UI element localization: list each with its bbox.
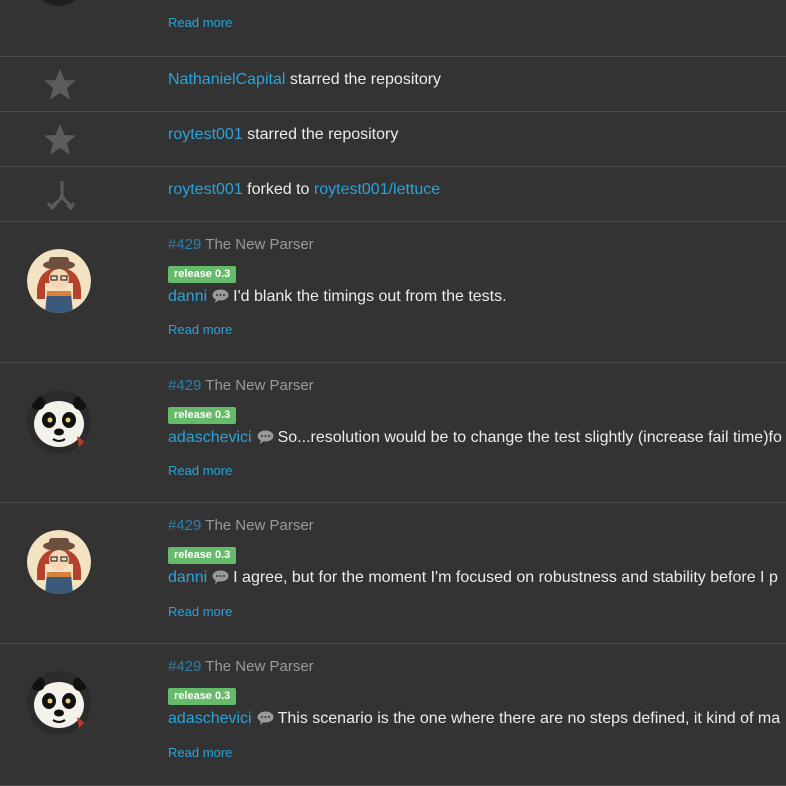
issue-title-text: The New Parser [205, 658, 314, 675]
issue-title: #429 The New Parser [168, 377, 314, 394]
comment-text: So...resolution would be to change the t… [277, 429, 782, 446]
comment-icon [212, 289, 229, 308]
star-icon [40, 120, 80, 160]
user-link[interactable]: NathanielCapital [168, 71, 285, 88]
comment-icon [257, 430, 274, 449]
user-link[interactable]: roytest001 [168, 126, 243, 143]
label-badge: release 0.3 [168, 547, 237, 564]
issue-title-text: The New Parser [205, 236, 314, 253]
issue-title: #429 The New Parser [168, 517, 314, 534]
event-text: roytest001 starred the repository [168, 126, 398, 144]
comment-icon [212, 570, 229, 589]
issue-title-text: The New Parser [205, 377, 314, 394]
read-more-link[interactable]: Read more [168, 463, 232, 478]
user-link[interactable]: danni [168, 569, 207, 586]
feed-item-partial: Read more [0, 0, 786, 57]
event-action: forked to [247, 181, 310, 198]
issue-title-text: The New Parser [205, 517, 314, 534]
feed-item-comment: #429 The New Parser release 0.3 danni I a… [0, 503, 786, 644]
feed-item-comment: #429 The New Parser release 0.3 danni I'd… [0, 222, 786, 363]
read-more-link[interactable]: Read more [168, 604, 232, 619]
comment-text-line: danni I'd blank the timings out from the … [168, 288, 507, 308]
fork-icon [40, 175, 80, 215]
issue-number-link[interactable]: #429 [168, 658, 201, 675]
avatar[interactable] [27, 390, 91, 454]
issue-title: #429 The New Parser [168, 658, 314, 675]
avatar[interactable] [27, 249, 91, 313]
user-link[interactable]: roytest001 [168, 181, 243, 198]
star-icon [40, 65, 80, 105]
issue-title: #429 The New Parser [168, 236, 314, 253]
feed-item-star: NathanielCapital starred the repository [0, 57, 786, 112]
event-text: roytest001 forked to roytest001/lettuce [168, 181, 440, 199]
read-more-link[interactable]: Read more [168, 745, 232, 760]
event-text: NathanielCapital starred the repository [168, 71, 441, 89]
event-action: starred the repository [289, 71, 442, 88]
read-more-link[interactable]: Read more [168, 322, 232, 337]
comment-text: I'd blank the timings out from the tests… [233, 288, 507, 305]
activity-feed: Read more NathanielCapital starred the r… [0, 0, 786, 786]
issue-number-link[interactable]: #429 [168, 236, 201, 253]
user-link[interactable]: danni [168, 288, 207, 305]
feed-item-comment: #429 The New Parser release 0.3 adaschev… [0, 363, 786, 503]
avatar[interactable] [27, 671, 91, 735]
fork-target-link[interactable]: roytest001/lettuce [314, 181, 440, 198]
issue-number-link[interactable]: #429 [168, 377, 201, 394]
feed-item-star: roytest001 starred the repository [0, 112, 786, 167]
label-badge: release 0.3 [168, 407, 237, 424]
issue-number-link[interactable]: #429 [168, 517, 201, 534]
comment-text-line: adaschevici This scenario is the one wher… [168, 710, 780, 730]
truncated-text [620, 0, 740, 2]
comment-text: I agree, but for the moment I'm focused … [233, 569, 778, 586]
comment-text-line: adaschevici So...resolution would be to c… [168, 429, 782, 449]
comment-icon [257, 711, 274, 730]
feed-item-fork: roytest001 forked to roytest001/lettuce [0, 167, 786, 222]
user-link[interactable]: adaschevici [168, 429, 252, 446]
avatar[interactable] [27, 530, 91, 594]
label-badge: release 0.3 [168, 266, 237, 283]
comment-text-line: danni I agree, but for the moment I'm foc… [168, 569, 778, 589]
read-more-link[interactable]: Read more [168, 15, 232, 30]
feed-item-comment: #429 The New Parser release 0.3 adaschev… [0, 644, 786, 786]
comment-text: This scenario is the one where there are… [277, 710, 781, 727]
user-link[interactable]: adaschevici [168, 710, 252, 727]
event-action: starred the repository [247, 126, 399, 143]
label-badge: release 0.3 [168, 688, 237, 705]
avatar [34, 0, 84, 6]
